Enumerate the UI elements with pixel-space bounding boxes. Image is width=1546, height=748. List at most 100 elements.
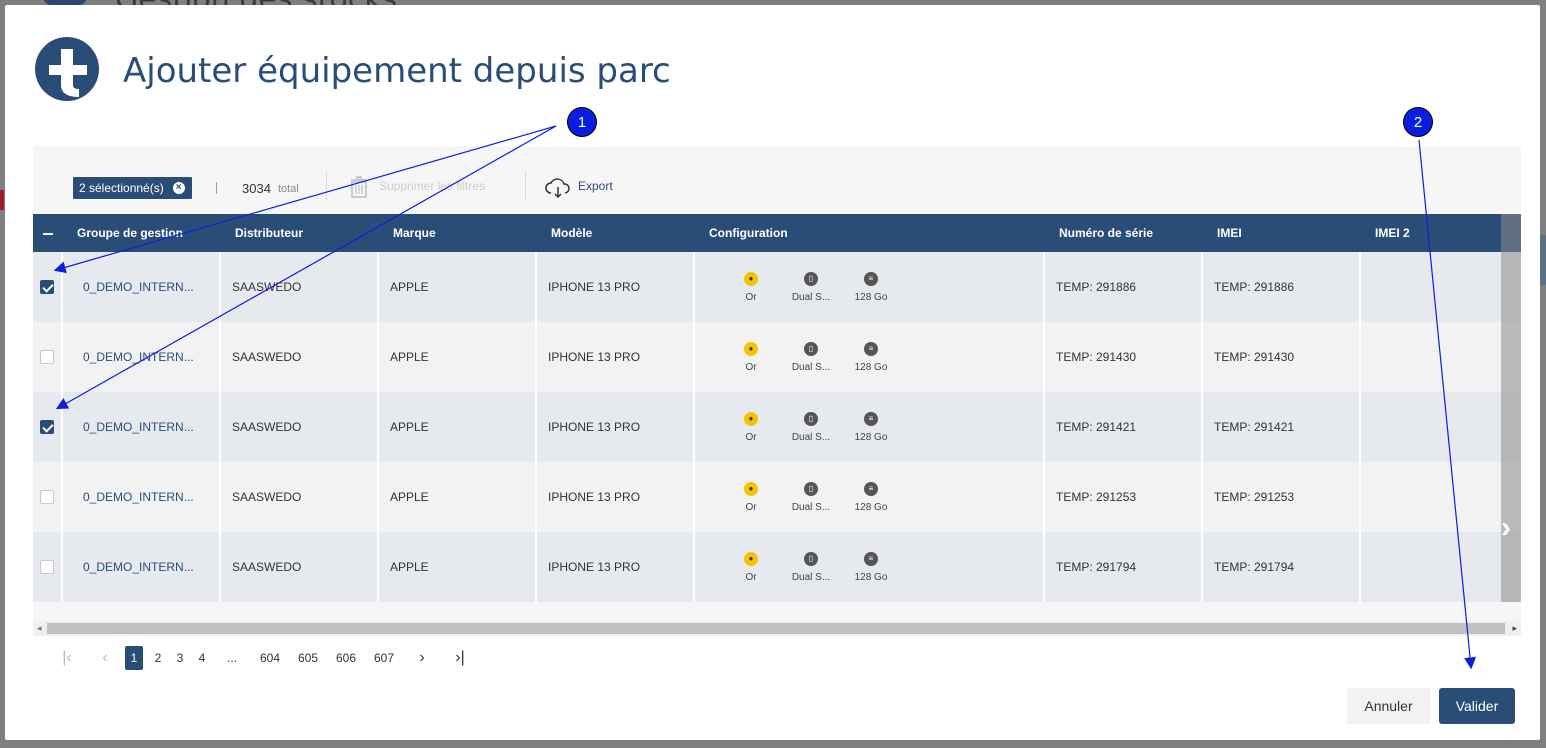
sim-card-icon: ▯: [804, 481, 818, 496]
page-number[interactable]: 3: [170, 651, 190, 665]
table-row[interactable]: 0_DEMO_INTERN... SAASWEDO APPLE IPHONE 13 P…: [33, 462, 1521, 532]
modal-title: Ajouter équipement depuis parc: [123, 51, 671, 91]
cloud-download-icon[interactable]: [545, 178, 571, 203]
row-checkbox[interactable]: [40, 560, 54, 575]
equipment-table: Groupe de gestion Distributeur Marque Mo…: [33, 214, 1521, 602]
app-logo: [35, 37, 99, 101]
annotation-badge: 1: [567, 107, 597, 137]
config-sim: ▯ Dual S...: [791, 411, 831, 443]
imei-cell: TEMP: 291886: [1202, 252, 1361, 322]
serial-cell: TEMP: 291886: [1044, 252, 1203, 322]
config-storage: ≡ 128 Go: [854, 271, 888, 303]
column-header[interactable]: IMEI 2: [1360, 214, 1521, 252]
database-icon: ≡: [864, 481, 878, 496]
config-storage: ≡ 128 Go: [854, 481, 888, 513]
row-checkbox[interactable]: [40, 280, 54, 295]
config-sim: ▯ Dual S...: [791, 551, 831, 583]
table-row[interactable]: 0_DEMO_INTERN... SAASWEDO APPLE IPHONE 13 P…: [33, 252, 1521, 322]
group-cell[interactable]: 0_DEMO_INTERN...: [62, 252, 221, 322]
imei-cell: TEMP: 291794: [1202, 532, 1361, 602]
page-number[interactable]: 605: [290, 651, 326, 665]
clear-selection-icon[interactable]: ×: [172, 182, 185, 194]
configuration-cell: ● Or ▯ Dual S... ≡ 128 Go: [694, 532, 1045, 602]
imei2-cell: [1360, 462, 1521, 532]
table-row[interactable]: 0_DEMO_INTERN... SAASWEDO APPLE IPHONE 13 P…: [33, 532, 1521, 602]
cancel-button[interactable]: Annuler: [1347, 688, 1430, 724]
row-checkbox-cell[interactable]: [33, 462, 63, 532]
column-header[interactable]: Modèle: [536, 214, 694, 252]
first-page-icon[interactable]: |‹: [49, 649, 85, 667]
page-number[interactable]: 606: [328, 651, 364, 665]
select-all-checkbox[interactable]: [33, 214, 62, 252]
column-header[interactable]: IMEI: [1202, 214, 1360, 252]
trash-icon[interactable]: [349, 174, 369, 203]
config-color: ● Or: [744, 341, 758, 373]
imei2-cell: [1360, 532, 1521, 602]
config-color: ● Or: [744, 551, 758, 583]
configuration-cell: ● Or ▯ Dual S... ≡ 128 Go: [694, 322, 1045, 392]
page-number[interactable]: 4: [192, 651, 212, 665]
column-header[interactable]: Configuration: [694, 214, 1044, 252]
group-cell[interactable]: 0_DEMO_INTERN...: [62, 532, 221, 602]
sim-card-icon: ▯: [804, 341, 818, 356]
row-checkbox-cell[interactable]: [33, 252, 63, 322]
row-checkbox[interactable]: [40, 490, 54, 505]
model-cell: IPHONE 13 PRO: [536, 322, 695, 392]
equipment-grid: 2 sélectionné(s) × | 3034 total Supprime…: [33, 146, 1521, 636]
config-sim: ▯ Dual S...: [791, 481, 831, 513]
logo-icon: [49, 49, 87, 97]
imei2-cell: [1360, 252, 1521, 322]
column-header[interactable]: Numéro de série: [1044, 214, 1202, 252]
column-header[interactable]: Marque: [378, 214, 536, 252]
sim-card-icon: ▯: [804, 411, 818, 426]
page-number[interactable]: 607: [366, 651, 402, 665]
imei2-cell: [1360, 392, 1521, 462]
row-checkbox-cell[interactable]: [33, 392, 63, 462]
group-cell[interactable]: 0_DEMO_INTERN...: [62, 392, 221, 462]
row-checkbox-cell[interactable]: [33, 322, 63, 392]
chevron-right-icon[interactable]: ›: [1501, 511, 1511, 545]
model-cell: IPHONE 13 PRO: [536, 532, 695, 602]
group-cell[interactable]: 0_DEMO_INTERN...: [62, 322, 221, 392]
page-number[interactable]: 2: [148, 651, 168, 665]
scrollbar-thumb[interactable]: [47, 623, 1505, 634]
toolbar-separator: |: [215, 180, 219, 194]
last-page-icon[interactable]: ›|: [442, 649, 478, 667]
validate-button[interactable]: Valider: [1439, 688, 1515, 724]
palette-icon: ●: [744, 271, 758, 286]
scroll-left-icon[interactable]: ◂: [37, 623, 42, 634]
distributor-cell: SAASWEDO: [220, 462, 379, 532]
selection-chip[interactable]: 2 sélectionné(s) ×: [73, 177, 192, 199]
scroll-right-icon[interactable]: ▸: [1512, 623, 1517, 634]
row-checkbox[interactable]: [40, 350, 54, 365]
palette-icon: ●: [744, 341, 758, 356]
clear-filters-button[interactable]: Supprimer les filtres: [379, 179, 485, 193]
next-page-icon[interactable]: ›: [404, 649, 440, 667]
horizontal-scrollbar[interactable]: ◂ ▸: [33, 621, 1521, 636]
column-header[interactable]: Groupe de gestion: [62, 214, 220, 252]
brand-cell: APPLE: [378, 322, 537, 392]
background-scroll-hint: [1540, 235, 1546, 285]
database-icon: ≡: [864, 271, 878, 286]
total-label: total: [278, 183, 299, 195]
configuration-cell: ● Or ▯ Dual S... ≡ 128 Go: [694, 462, 1045, 532]
export-button[interactable]: Export: [578, 179, 613, 193]
page-number[interactable]: 604: [252, 651, 288, 665]
distributor-cell: SAASWEDO: [220, 392, 379, 462]
add-equipment-modal: Ajouter équipement depuis parc 2 sélecti…: [5, 5, 1540, 740]
row-checkbox-cell[interactable]: [33, 532, 63, 602]
table-row[interactable]: 0_DEMO_INTERN... SAASWEDO APPLE IPHONE 13 P…: [33, 392, 1521, 462]
column-header[interactable]: Distributeur: [220, 214, 378, 252]
config-color: ● Or: [744, 271, 758, 303]
previous-page-icon[interactable]: ‹: [87, 649, 123, 667]
toolbar-divider: [525, 171, 526, 201]
distributor-cell: SAASWEDO: [220, 532, 379, 602]
distributor-cell: SAASWEDO: [220, 322, 379, 392]
page-number[interactable]: 1: [125, 646, 143, 670]
table-row[interactable]: 0_DEMO_INTERN... SAASWEDO APPLE IPHONE 13 P…: [33, 322, 1521, 392]
group-cell[interactable]: 0_DEMO_INTERN...: [62, 462, 221, 532]
serial-cell: TEMP: 291794: [1044, 532, 1203, 602]
imei2-cell: [1360, 322, 1521, 392]
background-accent: [0, 190, 4, 210]
row-checkbox[interactable]: [40, 420, 54, 435]
